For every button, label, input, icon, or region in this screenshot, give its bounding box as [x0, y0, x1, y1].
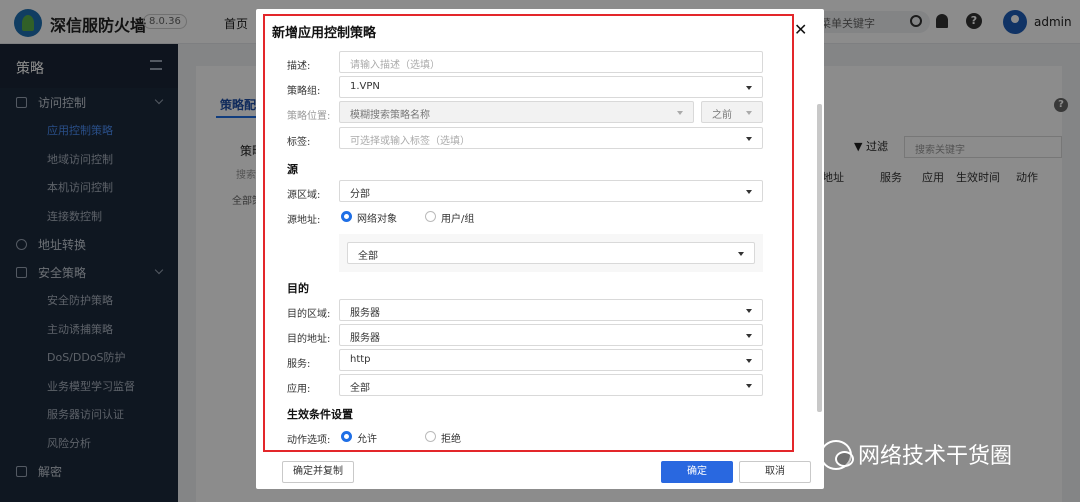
allow-radio[interactable] [341, 431, 352, 442]
source-address-select[interactable]: 全部 [347, 242, 755, 264]
service-value: http [350, 354, 371, 365]
cancel-button[interactable]: 取消 [739, 461, 811, 483]
dest-zone-value: 服务器 [350, 308, 380, 319]
add-policy-dialog: 新增应用控制策略 描述: 请输入描述（选填） 策略组: 1.VPN 策略位置: … [256, 9, 824, 489]
policy-group-select[interactable]: 1.VPN [339, 76, 763, 98]
dropdown-arrow-icon [746, 334, 752, 338]
dropdown-arrow-icon [746, 309, 752, 313]
app-select[interactable]: 全部 [339, 374, 763, 396]
network-object-label[interactable]: 网络对象 [357, 210, 397, 225]
confirm-and-copy-button[interactable]: 确定并复制 [282, 461, 354, 483]
dropdown-arrow-icon [738, 252, 744, 256]
user-group-label[interactable]: 用户/组 [441, 210, 474, 225]
deny-radio[interactable] [425, 431, 436, 442]
source-address-value: 全部 [358, 251, 378, 262]
wechat-icon [820, 440, 854, 470]
source-zone-label: 源区域: [287, 190, 321, 201]
position-search-select[interactable]: 模糊搜索策略名称 [339, 101, 694, 123]
position-placeholder: 模糊搜索策略名称 [350, 110, 430, 121]
close-icon[interactable]: ✕ [794, 20, 807, 39]
watermark: 网络技术干货圈 [816, 436, 1056, 476]
watermark-text: 网络技术干货圈 [858, 444, 1013, 469]
source-address-label: 源地址: [287, 215, 321, 226]
tags-select[interactable]: 可选择或输入标签（选填） [339, 127, 763, 149]
dest-address-value: 服务器 [350, 333, 380, 344]
dropdown-arrow-icon [746, 359, 752, 363]
service-select[interactable]: http [339, 349, 763, 371]
desc-label: 描述: [287, 61, 311, 72]
deny-label[interactable]: 拒绝 [441, 430, 461, 445]
desc-placeholder: 请输入描述（选填） [350, 60, 440, 71]
dropdown-arrow-icon [746, 190, 752, 194]
dropdown-arrow-icon [746, 384, 752, 388]
position-order-value: 之前 [712, 110, 732, 121]
dropdown-arrow-icon [746, 137, 752, 141]
allow-label[interactable]: 允许 [357, 430, 377, 445]
app-value: 全部 [350, 383, 370, 394]
dialog-scrollbar[interactable] [817, 104, 822, 412]
dropdown-arrow-icon [746, 111, 752, 115]
confirm-button[interactable]: 确定 [661, 461, 733, 483]
dest-address-select[interactable]: 服务器 [339, 324, 763, 346]
position-order-select[interactable]: 之前 [701, 101, 763, 123]
dest-heading: 目的 [287, 282, 309, 295]
tags-label: 标签: [287, 137, 311, 148]
network-object-radio[interactable] [341, 211, 352, 222]
policy-group-value: 1.VPN [350, 81, 380, 92]
tags-placeholder: 可选择或输入标签（选填） [350, 136, 470, 147]
app-label: 应用: [287, 384, 311, 395]
dialog-title: 新增应用控制策略 [272, 26, 377, 41]
dropdown-arrow-icon [677, 111, 683, 115]
desc-input[interactable]: 请输入描述（选填） [339, 51, 763, 73]
position-label: 策略位置: [287, 111, 331, 122]
service-label: 服务: [287, 359, 311, 370]
user-group-radio[interactable] [425, 211, 436, 222]
dest-address-label: 目的地址: [287, 334, 331, 345]
source-zone-value: 分部 [350, 189, 370, 200]
source-zone-select[interactable]: 分部 [339, 180, 763, 202]
dest-zone-select[interactable]: 服务器 [339, 299, 763, 321]
dropdown-arrow-icon [746, 86, 752, 90]
dest-zone-label: 目的区域: [287, 309, 331, 320]
effect-heading: 生效条件设置 [287, 408, 353, 421]
action-label: 动作选项: [287, 435, 331, 446]
source-heading: 源 [287, 163, 298, 176]
group-label: 策略组: [287, 86, 321, 97]
